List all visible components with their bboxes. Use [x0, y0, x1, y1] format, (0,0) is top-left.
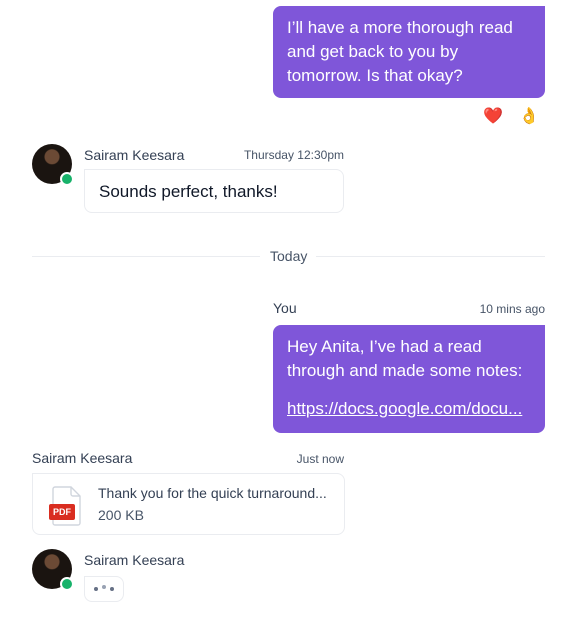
- outgoing-message-text: I’ll have a more thorough read and get b…: [287, 18, 513, 85]
- date-divider-label: Today: [270, 248, 308, 264]
- outgoing-message-text: Hey Anita, I’ve had a read through and m…: [287, 337, 523, 380]
- file-attachment-card[interactable]: PDF Thank you for the quick turnaround..…: [32, 473, 345, 535]
- sender-name: Sairam Keesara: [84, 147, 185, 163]
- typing-dot: [110, 587, 114, 591]
- message-timestamp: Thursday 12:30pm: [243, 148, 344, 162]
- sender-name: Sairam Keesara: [84, 552, 185, 568]
- typing-dot: [94, 587, 98, 591]
- avatar[interactable]: [32, 144, 74, 186]
- divider-line-left: [32, 256, 260, 257]
- incoming-message-bubble: Sounds perfect, thanks!: [84, 169, 344, 213]
- message-timestamp: Just now: [296, 452, 344, 466]
- outgoing-message-bubble: Hey Anita, I’ve had a read through and m…: [273, 325, 545, 433]
- sender-name-you: You: [273, 300, 297, 316]
- incoming-message-text: Sounds perfect, thanks!: [99, 182, 278, 201]
- online-status-indicator: [60, 577, 74, 591]
- message-timestamp: 10 mins ago: [479, 302, 545, 316]
- file-name: Thank you for the quick turnaround...: [98, 485, 327, 501]
- heart-reaction[interactable]: ❤️: [479, 102, 507, 130]
- sender-name: Sairam Keesara: [32, 450, 133, 466]
- file-size: 200 KB: [98, 507, 144, 523]
- typing-indicator: [84, 576, 124, 602]
- ok-hand-icon: 👌: [519, 108, 539, 125]
- outgoing-message-bubble: I’ll have a more thorough read and get b…: [273, 6, 545, 98]
- shared-doc-link[interactable]: https://docs.google.com/docu...: [287, 399, 522, 418]
- divider-line-right: [316, 256, 545, 257]
- online-status-indicator: [60, 172, 74, 186]
- avatar[interactable]: [32, 549, 74, 591]
- pdf-badge-label: PDF: [53, 507, 71, 517]
- pdf-file-icon: PDF: [49, 486, 81, 526]
- heart-icon: ❤️: [483, 108, 503, 125]
- typing-dot: [102, 585, 106, 589]
- ok-hand-reaction[interactable]: 👌: [515, 102, 543, 130]
